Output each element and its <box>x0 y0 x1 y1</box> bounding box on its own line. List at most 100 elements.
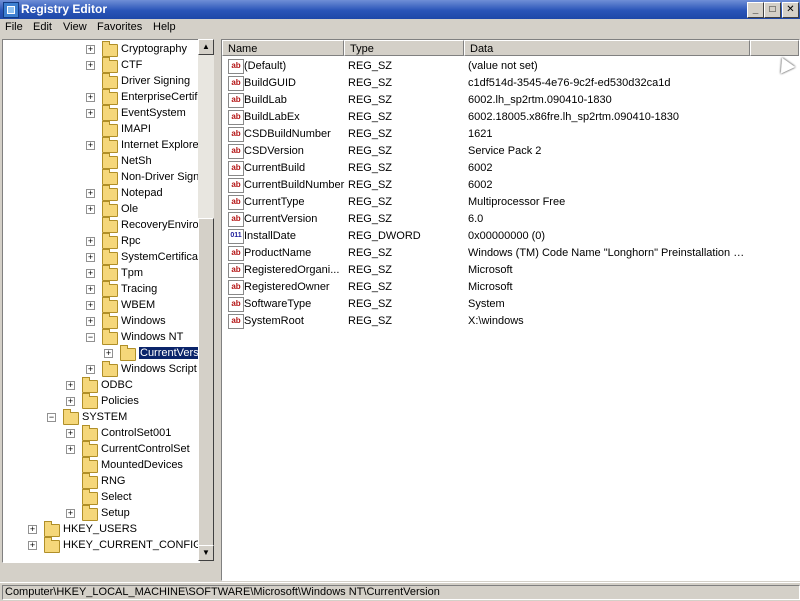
value-data: 6002 <box>468 179 493 191</box>
tree-item[interactable]: + EventSystem <box>3 105 197 122</box>
tree-item[interactable]: + Rpc <box>3 233 197 250</box>
collapse-icon[interactable]: − <box>86 333 95 342</box>
menu-favorites[interactable]: Favorites <box>97 21 142 33</box>
maximize-button[interactable]: □ <box>764 2 781 18</box>
value-row[interactable]: ab CSDBuildNumber REG_SZ 1621 <box>222 126 782 143</box>
expand-icon[interactable]: + <box>86 45 95 54</box>
value-row[interactable]: ab CurrentVersion REG_SZ 6.0 <box>222 211 782 228</box>
expand-icon[interactable]: + <box>86 253 95 262</box>
tree-item[interactable]: + ControlSet001 <box>3 425 197 442</box>
expand-icon[interactable]: + <box>66 429 75 438</box>
value-row[interactable]: 011 InstallDate REG_DWORD 0x00000000 (0) <box>222 228 782 245</box>
value-type: REG_SZ <box>348 196 393 208</box>
tree-item[interactable]: MountedDevices <box>3 457 197 474</box>
expand-icon[interactable]: + <box>86 301 95 310</box>
menu-view[interactable]: View <box>63 21 87 33</box>
tree-item[interactable]: Driver Signing <box>3 73 197 90</box>
tree-item[interactable]: Select <box>3 489 197 506</box>
expand-icon[interactable]: + <box>28 525 37 534</box>
tree-item[interactable]: + Tpm <box>3 265 197 282</box>
expand-icon[interactable]: + <box>86 205 95 214</box>
close-button[interactable]: ✕ <box>782 2 799 18</box>
value-type: REG_SZ <box>348 145 393 157</box>
expand-icon[interactable]: + <box>104 349 113 358</box>
menu-edit[interactable]: Edit <box>33 21 52 33</box>
expand-icon[interactable]: + <box>86 285 95 294</box>
expand-icon[interactable]: + <box>86 237 95 246</box>
tree-item[interactable]: + CurrentVersi <box>3 345 199 362</box>
expand-icon[interactable]: + <box>86 189 95 198</box>
tree-item[interactable]: + Tracing <box>3 281 197 298</box>
tree-item[interactable]: IMAPI <box>3 121 197 138</box>
value-row[interactable]: ab CurrentBuildNumber REG_SZ 6002 <box>222 177 782 194</box>
tree-item[interactable]: NetSh <box>3 153 197 170</box>
value-name: (Default) <box>244 60 287 72</box>
tree-item[interactable]: RNG <box>3 473 197 490</box>
tree-item[interactable]: + Cryptography <box>3 41 197 58</box>
tree-item[interactable]: + EnterpriseCertif <box>3 89 197 106</box>
expand-icon[interactable]: + <box>86 317 95 326</box>
tree-item[interactable]: + SystemCertificat <box>3 249 199 266</box>
value-row[interactable]: ab RegisteredOrgani... REG_SZ Microsoft <box>222 262 782 279</box>
expand-icon[interactable]: + <box>86 93 95 102</box>
value-row[interactable]: ab (Default) REG_SZ (value not set) <box>222 58 782 75</box>
expand-icon[interactable]: + <box>86 365 95 374</box>
string-value-icon: ab <box>228 161 244 176</box>
menu-help[interactable]: Help <box>153 21 176 33</box>
tree-item[interactable]: + Windows <box>3 313 197 330</box>
tree-item[interactable]: + CurrentControlSet <box>3 441 197 458</box>
expand-icon[interactable]: + <box>66 381 75 390</box>
tree-item[interactable]: + ODBC <box>3 377 197 394</box>
tree-item[interactable]: + Policies <box>3 393 197 410</box>
pane-splitter[interactable] <box>216 39 220 581</box>
tree-item[interactable]: + WBEM <box>3 297 197 314</box>
value-row[interactable]: ab SoftwareType REG_SZ System <box>222 296 782 313</box>
minimize-button[interactable]: _ <box>747 2 764 18</box>
expand-icon[interactable]: + <box>66 445 75 454</box>
tree-item[interactable]: RecoveryEnviror <box>3 217 199 234</box>
value-row[interactable]: ab CurrentBuild REG_SZ 6002 <box>222 160 782 177</box>
value-row[interactable]: ab BuildLabEx REG_SZ 6002.18005.x86fre.lh_s… <box>222 109 782 126</box>
expand-icon[interactable]: + <box>86 269 95 278</box>
tree-item[interactable]: + Setup <box>3 505 197 522</box>
registry-key-tree[interactable]: + Cryptography + CTF Driver Signing + Enterpri… <box>2 39 200 563</box>
folder-icon <box>102 89 118 105</box>
tree-item[interactable]: − SYSTEM <box>3 409 197 426</box>
tree-item[interactable]: + CTF <box>3 57 197 74</box>
tree-item[interactable]: + Ole <box>3 201 197 218</box>
tree-item[interactable]: + HKEY_USERS <box>3 521 197 538</box>
folder-icon <box>82 489 98 505</box>
tree-item[interactable]: + HKEY_CURRENT_CONFIG <box>3 537 199 554</box>
tree-item[interactable]: Non-Driver Signi <box>3 169 199 186</box>
title-bar[interactable]: Registry Editor _ □ ✕ <box>0 0 800 19</box>
collapse-icon[interactable]: − <box>47 413 56 422</box>
expand-icon[interactable]: + <box>28 541 37 550</box>
expand-icon[interactable]: + <box>86 61 95 70</box>
column-header-data[interactable]: Data <box>464 40 750 56</box>
value-row[interactable]: ab BuildGUID REG_SZ c1df514d-3545-4e76-9c2f… <box>222 75 782 92</box>
expand-icon[interactable]: + <box>86 109 95 118</box>
menu-file[interactable]: File <box>5 21 23 33</box>
scroll-down-button[interactable]: ▼ <box>198 545 214 561</box>
registry-values-list[interactable]: Name Type Data ab (Default) REG_SZ (value n… <box>221 39 800 581</box>
value-row[interactable]: ab CSDVersion REG_SZ Service Pack 2 <box>222 143 782 160</box>
expand-icon[interactable]: + <box>66 397 75 406</box>
tree-item[interactable]: − Windows NT <box>3 329 197 346</box>
tree-vertical-scrollbar[interactable]: ▲ ▼ <box>198 39 214 561</box>
tree-item[interactable]: + Windows Script I <box>3 361 199 378</box>
column-header-name[interactable]: Name <box>222 40 344 56</box>
expand-icon[interactable]: + <box>66 509 75 518</box>
tree-item[interactable]: + Notepad <box>3 185 197 202</box>
expand-icon[interactable]: + <box>86 141 95 150</box>
value-row[interactable]: ab SystemRoot REG_SZ X:\windows <box>222 313 782 330</box>
value-row[interactable]: ab RegisteredOwner REG_SZ Microsoft <box>222 279 782 296</box>
tree-item[interactable]: + Internet Explore <box>3 137 199 154</box>
value-row[interactable]: ab BuildLab REG_SZ 6002.lh_sp2rtm.090410-18… <box>222 92 782 109</box>
string-value-icon: ab <box>228 195 244 210</box>
scroll-up-button[interactable]: ▲ <box>198 39 214 55</box>
column-header-type[interactable]: Type <box>344 40 464 56</box>
value-row[interactable]: ab CurrentType REG_SZ Multiprocessor Free <box>222 194 782 211</box>
tree-item-label: CurrentVersi <box>139 347 199 359</box>
value-row[interactable]: ab ProductName REG_SZ Windows (TM) Code Nam… <box>222 245 782 262</box>
scroll-thumb[interactable] <box>198 218 214 546</box>
